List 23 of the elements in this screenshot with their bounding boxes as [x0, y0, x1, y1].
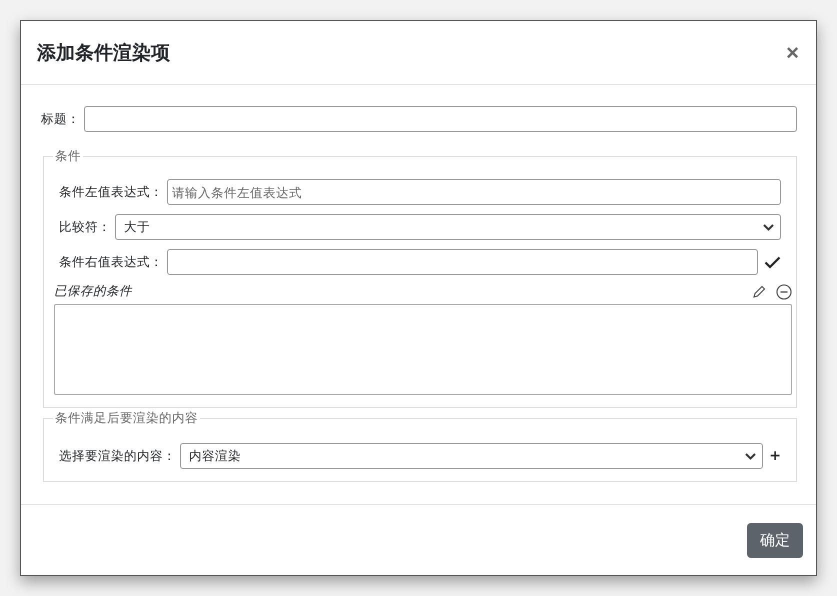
confirm-button[interactable]: 确定: [747, 522, 803, 558]
saved-conditions-field[interactable]: [54, 304, 792, 395]
field-label: 条件左值表达式：: [59, 184, 163, 200]
field-label: 比较符：: [59, 218, 111, 236]
left-expression-field[interactable]: 请输入条件左值表达式: [167, 179, 781, 205]
chevron-down-icon: [745, 452, 756, 460]
field-label: 标题：: [41, 110, 80, 128]
right-expression-field[interactable]: [167, 249, 758, 275]
title-field[interactable]: [84, 106, 797, 132]
saved-conditions-label: 已保存的条件: [54, 283, 132, 300]
field-label: 选择要渲染的内容：: [59, 448, 176, 464]
edit-icon[interactable]: [752, 284, 766, 298]
group-legend: 条件满足后要渲染的内容: [53, 410, 200, 427]
chevron-down-icon: [763, 224, 774, 230]
field-label: 条件右值表达式：: [59, 254, 163, 270]
remove-icon[interactable]: [776, 284, 792, 300]
check-icon[interactable]: [764, 256, 781, 268]
group-legend: 条件: [53, 148, 83, 165]
comparator-select[interactable]: 大于: [115, 214, 781, 240]
close-button[interactable]: ×: [784, 42, 801, 64]
dialog-title: 添加条件渲染项: [37, 40, 170, 66]
content-select[interactable]: 内容渲染: [180, 443, 764, 469]
add-button[interactable]: +: [769, 448, 781, 464]
